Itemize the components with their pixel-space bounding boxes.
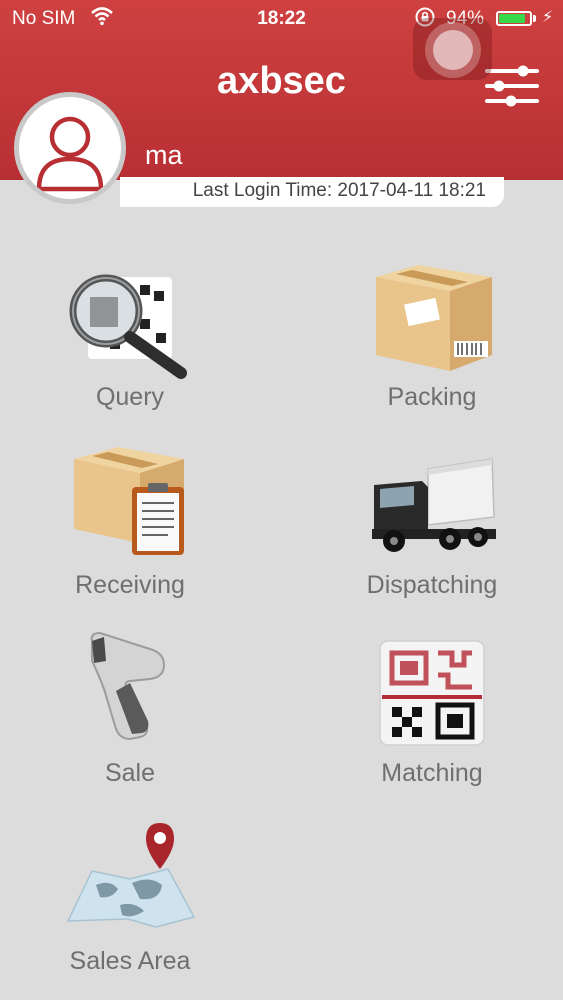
last-login-time: Last Login Time: 2017-04-11 18:21 [192,180,486,201]
menu-dispatching[interactable]: Dispatching [302,443,562,623]
menu-query-label: Query [95,383,165,411]
username: ma [145,140,183,170]
menu-sales-area-label: Sales Area [69,947,191,975]
sales-area-map-icon [66,823,196,928]
settings-sliders-icon[interactable] [484,63,540,109]
dispatching-truck-icon [372,458,496,552]
menu-packing[interactable]: Packing [302,255,562,435]
receiving-clipboard-icon [74,447,184,555]
user-avatar[interactable] [14,92,126,204]
packing-box-icon [376,265,492,371]
menu-sales-area[interactable]: Sales Area [0,819,260,999]
user-avatar-icon [36,116,104,192]
menu-matching[interactable]: Matching [302,631,562,811]
matching-qr-icon [379,640,485,746]
query-magnifier-icon [69,274,187,379]
charging-icon: ⚡ [542,9,554,26]
menu-matching-label: Matching [381,759,483,787]
battery-tip [533,15,536,22]
battery-icon [496,11,532,26]
menu-sale-label: Sale [104,759,156,787]
menu-receiving-label: Receiving [75,571,185,599]
assistive-touch-icon[interactable] [413,18,492,80]
menu-packing-label: Packing [387,383,477,411]
menu-query[interactable]: Query [0,255,260,435]
assistive-touch-dot [433,30,473,70]
sale-scanner-icon [90,631,166,741]
last-login-bar: Last Login Time: 2017-04-11 18:21 [120,177,504,207]
menu-dispatching-label: Dispatching [366,571,498,599]
menu-receiving[interactable]: Receiving [0,443,260,623]
menu-sale[interactable]: Sale [0,631,260,811]
